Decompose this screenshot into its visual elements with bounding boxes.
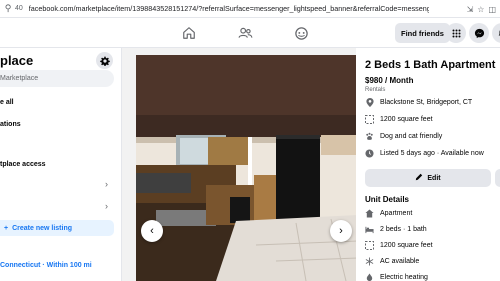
unit-detail-row: AC available (365, 257, 419, 266)
unit-detail-beds-baths: 2 beds · 1 bath (380, 226, 427, 233)
listing-title: 2 Beds 1 Bath Apartment (365, 59, 496, 71)
listing-listed-row: Listed 5 days ago · Available now (365, 149, 484, 158)
sidebar-item-browse-all[interactable]: e all (0, 99, 14, 106)
listing-details-panel: 2 Beds 1 Bath Apartment $980 / Month Ren… (356, 48, 500, 281)
split-view-icon[interactable]: ◫ (488, 5, 496, 14)
listing-pets: Dog and cat friendly (380, 133, 443, 140)
edit-listing-button[interactable]: Edit (365, 169, 491, 187)
sidebar-item-notifications[interactable]: ations (0, 121, 21, 128)
house-icon (365, 209, 374, 218)
listing-listed-time: Listed 5 days ago · Available now (380, 150, 484, 157)
install-app-icon[interactable]: ⇲ (467, 5, 474, 14)
heating-icon (365, 273, 374, 281)
notifications-bell-icon[interactable] (492, 23, 500, 43)
listing-area-row: 1200 square feet (365, 115, 433, 124)
square-footage-icon (365, 241, 374, 250)
edit-label: Edit (427, 174, 441, 182)
bed-icon (365, 225, 374, 234)
listing-price: $980 / Month (365, 76, 414, 85)
listing-area: 1200 square feet (380, 116, 433, 123)
listing-address[interactable]: Blackstone St, Bridgeport, CT (380, 99, 472, 106)
chevron-right-icon: › (339, 225, 343, 237)
square-footage-icon (365, 115, 374, 124)
browser-actions: ⇲ ☆ ◫ (467, 0, 500, 18)
previous-photo-button[interactable]: ‹ (141, 220, 163, 242)
pencil-icon (415, 173, 423, 183)
snowflake-icon (365, 257, 374, 266)
next-photo-button[interactable]: › (330, 220, 352, 242)
listing-address-row: Blackstone St, Bridgeport, CT (365, 98, 472, 107)
unit-detail-row: 1200 square feet (365, 241, 433, 250)
unit-detail-row: Electric heating (365, 273, 428, 281)
friends-icon[interactable] (236, 24, 254, 42)
sidebar-item-marketplace-access[interactable]: tplace access (0, 161, 46, 168)
plus-icon: + (4, 224, 9, 232)
gaming-icon[interactable] (292, 24, 310, 42)
settings-gear-icon[interactable] (96, 52, 113, 69)
location-filter-link[interactable]: Connecticut · Within 100 mi (0, 262, 92, 269)
paw-icon (365, 132, 374, 141)
zoom-level: 40 (15, 5, 23, 12)
home-icon[interactable] (180, 24, 198, 42)
chevron-left-icon: ‹ (150, 225, 154, 237)
unit-detail-heating: Electric heating (380, 274, 428, 281)
facebook-top-nav: Find friends (0, 18, 500, 48)
chevron-right-icon[interactable]: › (105, 179, 108, 189)
listing-category[interactable]: Rentals (365, 87, 385, 93)
messenger-icon[interactable] (469, 23, 489, 43)
clock-icon (365, 149, 374, 158)
listing-photo-image (136, 55, 358, 281)
unit-detail-row: Apartment (365, 209, 412, 218)
browser-address-bar: ⚲ 40 facebook.com/marketplace/item/13988… (0, 0, 500, 18)
find-friends-button[interactable]: Find friends (395, 23, 450, 43)
sidebar-title: place (0, 53, 34, 68)
url-field[interactable]: facebook.com/marketplace/item/1398843528… (29, 4, 429, 13)
site-info-icon[interactable]: ⚲ (2, 3, 14, 14)
unit-detail-area: 1200 square feet (380, 242, 433, 249)
location-pin-icon (365, 98, 374, 107)
more-options-button[interactable] (495, 169, 500, 187)
unit-detail-ac: AC available (380, 258, 420, 265)
unit-detail-row: 2 beds · 1 bath (365, 225, 427, 234)
unit-detail-type: Apartment (380, 210, 413, 217)
bookmark-star-icon[interactable]: ☆ (477, 5, 484, 14)
menu-grid-icon[interactable] (446, 23, 466, 43)
create-listing-label: Create new listing (12, 224, 72, 232)
marketplace-search-input[interactable]: Marketplace (0, 70, 114, 87)
chevron-right-icon[interactable]: › (105, 201, 108, 211)
create-new-listing-button[interactable]: + Create new listing (0, 220, 114, 236)
listing-photo (136, 55, 358, 281)
listing-pets-row: Dog and cat friendly (365, 132, 442, 141)
unit-details-heading: Unit Details (365, 195, 410, 204)
marketplace-sidebar: place Marketplace e all ations tplace ac… (0, 48, 122, 281)
